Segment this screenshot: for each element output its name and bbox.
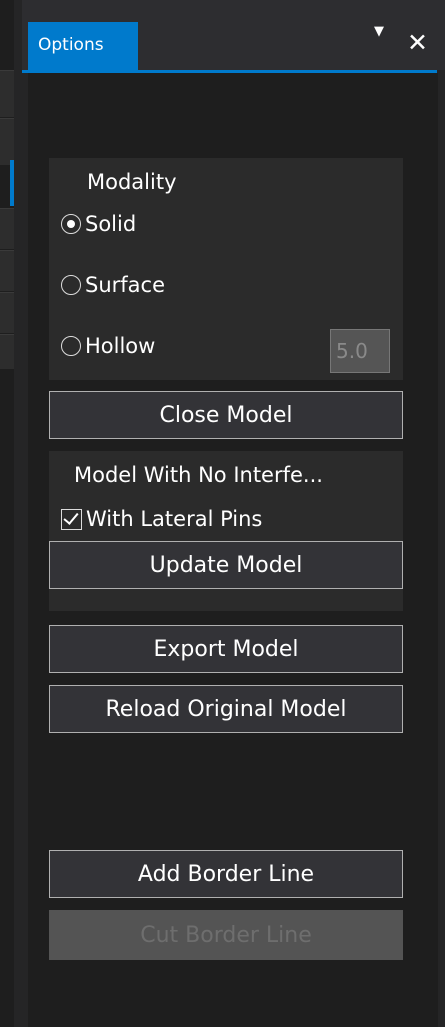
lateral-pins-label: With Lateral Pins <box>86 507 263 531</box>
export-model-button[interactable]: Export Model <box>49 625 403 673</box>
radio-surface[interactable]: Surface <box>61 273 165 297</box>
radio-circle[interactable] <box>61 214 81 234</box>
radio-solid-label: Solid <box>85 212 137 236</box>
radio-hollow[interactable]: Hollow <box>61 334 155 358</box>
checkbox-box[interactable] <box>61 508 82 530</box>
interference-group-title: Model With No Interfe... <box>74 463 323 487</box>
radio-circle[interactable] <box>61 275 81 295</box>
adjacent-row <box>0 118 14 165</box>
close-icon[interactable]: ✕ <box>407 30 428 55</box>
adjacent-selection-marker <box>10 160 14 206</box>
reload-original-model-button[interactable]: Reload Original Model <box>49 685 403 733</box>
adjacent-row <box>0 208 14 249</box>
adjacent-row <box>0 250 14 291</box>
lateral-pins-checkbox[interactable]: With Lateral Pins <box>61 507 262 531</box>
adjacent-row <box>0 292 14 333</box>
close-model-button[interactable]: Close Model <box>49 391 403 439</box>
radio-hollow-label: Hollow <box>85 334 156 358</box>
adjacent-panel-edge <box>0 0 14 1027</box>
add-border-line-button[interactable]: Add Border Line <box>49 850 403 898</box>
cut-border-line-button: Cut Border Line <box>49 910 403 960</box>
radio-solid[interactable]: Solid <box>61 212 136 236</box>
modality-group: Modality Solid Surface Hollow <box>49 158 403 380</box>
adjacent-row <box>0 334 14 369</box>
radio-surface-label: Surface <box>85 273 166 297</box>
radio-selected-dot <box>67 220 75 228</box>
modality-group-title: Modality <box>87 170 177 194</box>
options-tool-window: Options ▼ ✕ Modality Solid Surface Hollo… <box>22 0 445 1027</box>
options-content: Modality Solid Surface Hollow Close Mode… <box>28 73 438 1027</box>
adjacent-row <box>0 70 14 117</box>
checkmark-icon <box>63 508 79 525</box>
tab-title: Options <box>38 35 104 55</box>
tab-bar: Options ▼ ✕ <box>22 0 445 70</box>
update-model-button[interactable]: Update Model <box>49 541 403 589</box>
hollow-thickness-input[interactable] <box>330 329 390 373</box>
tab-options[interactable]: Options <box>28 22 138 70</box>
interference-group: Model With No Interfe... With Lateral Pi… <box>49 451 403 611</box>
window-menu-icon[interactable]: ▼ <box>374 24 384 39</box>
radio-circle[interactable] <box>61 336 81 356</box>
